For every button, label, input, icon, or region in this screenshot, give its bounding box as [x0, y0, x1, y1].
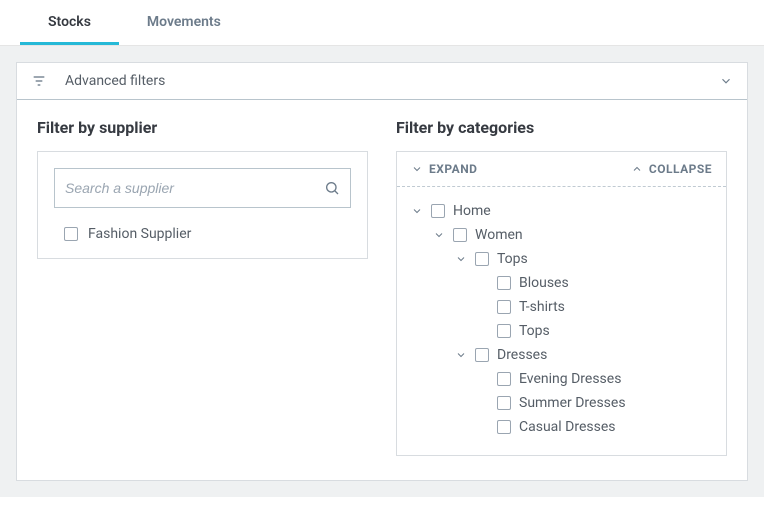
supplier-title: Filter by supplier: [37, 118, 368, 137]
category-label: Evening Dresses: [519, 371, 621, 387]
expand-button[interactable]: EXPAND: [411, 162, 477, 176]
tree-row: T-shirts: [411, 295, 712, 319]
categories-title: Filter by categories: [396, 118, 727, 137]
tree-row: Casual Dresses: [411, 415, 712, 439]
categories-column: Filter by categories EXPAND COLLAPSE Hom…: [396, 118, 727, 456]
chevron-down-icon: [719, 74, 733, 88]
category-checkbox[interactable]: [475, 252, 489, 266]
page-body: Advanced filters Filter by supplier: [0, 46, 764, 497]
supplier-box: Fashion Supplier: [37, 151, 368, 259]
category-checkbox[interactable]: [497, 300, 511, 314]
categories-header: EXPAND COLLAPSE: [397, 152, 726, 187]
category-checkbox[interactable]: [431, 204, 445, 218]
search-icon: [324, 180, 340, 196]
filters-panel: Advanced filters Filter by supplier: [16, 62, 748, 481]
category-label: Home: [453, 203, 491, 219]
supplier-item-label: Fashion Supplier: [88, 226, 191, 242]
collapse-button[interactable]: COLLAPSE: [631, 162, 712, 176]
category-label: Tops: [519, 323, 550, 339]
supplier-checkbox[interactable]: [64, 227, 78, 241]
tabs: Stocks Movements: [0, 0, 764, 46]
chevron-down-icon[interactable]: [433, 229, 445, 241]
collapse-label: COLLAPSE: [649, 162, 712, 176]
category-checkbox[interactable]: [497, 372, 511, 386]
tree-row: Evening Dresses: [411, 367, 712, 391]
advanced-filters-header[interactable]: Advanced filters: [17, 63, 747, 100]
tree-row: Tops: [411, 319, 712, 343]
category-checkbox[interactable]: [497, 396, 511, 410]
category-label: Dresses: [497, 347, 547, 363]
category-label: Casual Dresses: [519, 419, 616, 435]
expand-label: EXPAND: [429, 162, 477, 176]
tree-row: Summer Dresses: [411, 391, 712, 415]
supplier-search-input[interactable]: [65, 180, 324, 196]
chevron-down-icon[interactable]: [455, 253, 467, 265]
tree-row: Home: [411, 199, 712, 223]
category-tree: Home Women Tops Blouses T-shirts Tops Dresses E…: [397, 187, 726, 455]
tree-row: Tops: [411, 247, 712, 271]
category-checkbox[interactable]: [497, 420, 511, 434]
supplier-item: Fashion Supplier: [54, 226, 351, 242]
categories-box: EXPAND COLLAPSE Home Women Tops Blouses T-sh…: [396, 151, 727, 456]
tree-row: Women: [411, 223, 712, 247]
chevron-down-icon[interactable]: [455, 349, 467, 361]
filters-body: Filter by supplier Fashion Supplier: [17, 100, 747, 480]
category-label: T-shirts: [519, 299, 565, 315]
category-label: Blouses: [519, 275, 569, 291]
category-checkbox[interactable]: [453, 228, 467, 242]
category-checkbox[interactable]: [497, 324, 511, 338]
tree-row: Dresses: [411, 343, 712, 367]
category-checkbox[interactable]: [497, 276, 511, 290]
chevron-up-icon: [631, 163, 643, 175]
tab-movements[interactable]: Movements: [119, 0, 249, 45]
category-label: Summer Dresses: [519, 395, 626, 411]
tab-stocks[interactable]: Stocks: [20, 0, 119, 45]
category-label: Women: [475, 227, 523, 243]
category-label: Tops: [497, 251, 528, 267]
category-checkbox[interactable]: [475, 348, 489, 362]
tree-row: Blouses: [411, 271, 712, 295]
chevron-down-icon: [411, 163, 423, 175]
chevron-down-icon[interactable]: [411, 205, 423, 217]
filter-icon: [31, 73, 47, 89]
supplier-search-wrap: [54, 168, 351, 208]
supplier-column: Filter by supplier Fashion Supplier: [37, 118, 368, 456]
advanced-filters-title: Advanced filters: [65, 73, 719, 89]
